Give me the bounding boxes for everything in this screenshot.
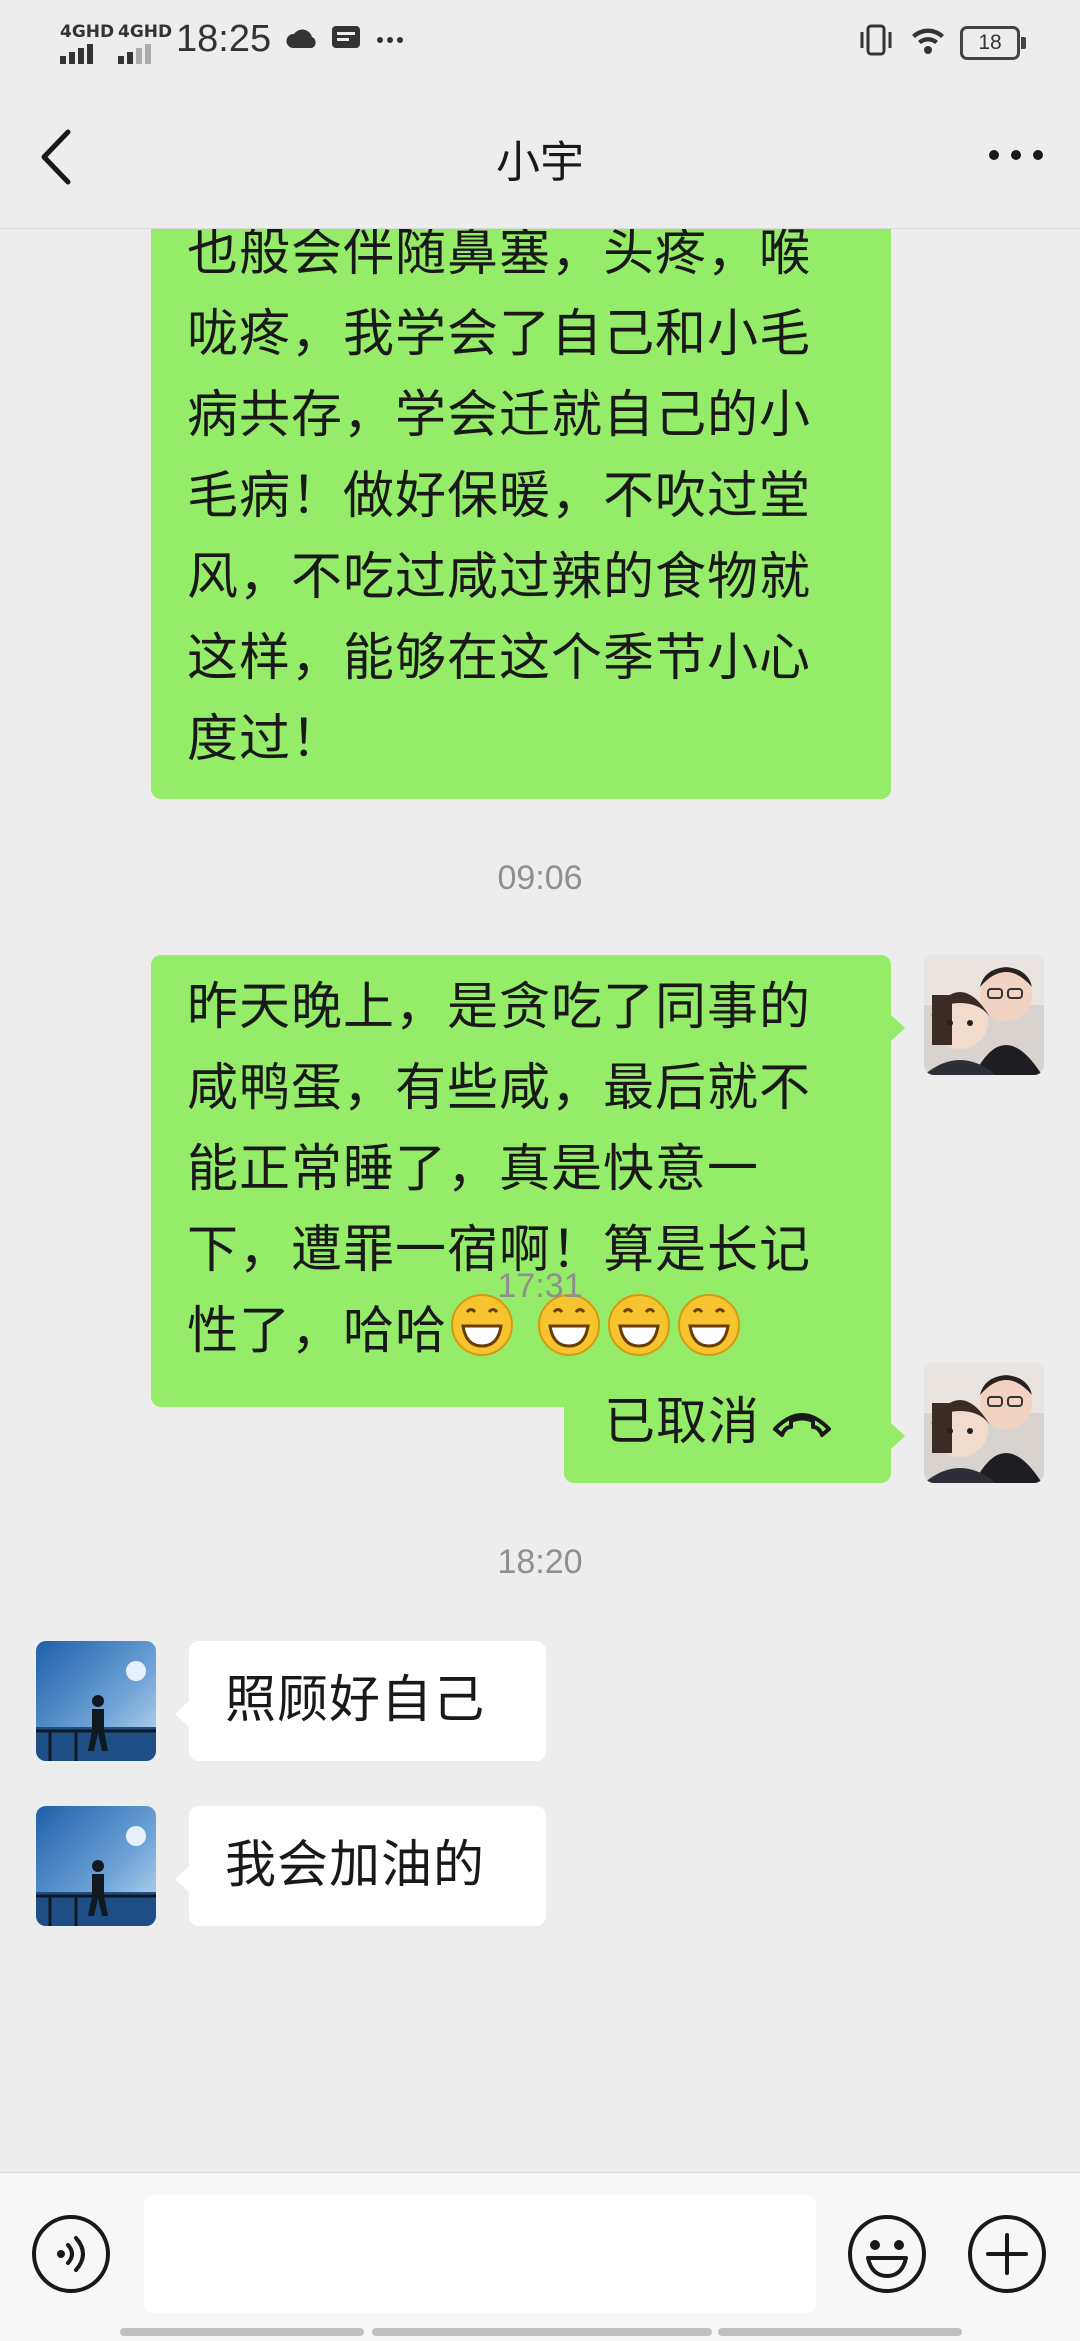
message-text: 已取消 bbox=[604, 1393, 761, 1452]
home-indicator-segment bbox=[718, 2328, 962, 2336]
bubble-tail bbox=[891, 1015, 905, 1041]
message-notification-icon bbox=[332, 26, 360, 48]
call-cancelled-bubble[interactable]: 已取消 bbox=[564, 1363, 891, 1483]
vibrate-icon bbox=[860, 24, 892, 56]
home-indicator-segment bbox=[120, 2328, 364, 2336]
bubble-tail bbox=[891, 1423, 905, 1449]
emoji-picker-icon[interactable] bbox=[846, 2213, 928, 2295]
home-indicator-segment bbox=[372, 2328, 712, 2336]
message-timestamp: 17:31 bbox=[497, 1267, 583, 1305]
signal-indicator-1: 4GHD bbox=[60, 22, 114, 64]
message-input[interactable] bbox=[144, 2195, 816, 2313]
contact-avatar[interactable] bbox=[36, 1641, 156, 1761]
message-bubble-incoming[interactable]: 我会加油的 bbox=[189, 1806, 546, 1926]
status-bar: 4GHD 4GHD 18:25 18 bbox=[0, 0, 1080, 86]
my-avatar[interactable] bbox=[924, 955, 1044, 1075]
battery-indicator: 18 bbox=[960, 26, 1026, 60]
chat-header: 小宇 bbox=[0, 86, 1080, 229]
message-timestamp: 09:06 bbox=[497, 859, 583, 897]
my-avatar[interactable] bbox=[924, 1363, 1044, 1483]
bubble-tail bbox=[175, 1701, 189, 1727]
bubble-tail bbox=[175, 1866, 189, 1892]
more-notifications-icon bbox=[377, 37, 403, 43]
network-type-2: 4GHD bbox=[118, 22, 173, 42]
message-bubble-outgoing[interactable]: 也般会伴随鼻塞，头疼，喉咙疼，我学会了自己和小毛病共存，学会迁就自己的小毛病！做… bbox=[151, 229, 891, 799]
input-bar bbox=[0, 2172, 1080, 2341]
message-timestamp: 18:20 bbox=[497, 1543, 583, 1581]
message-text: 也般会伴随鼻塞，头疼，喉咙疼，我学会了自己和小毛病共存，学会迁就自己的小毛病！做… bbox=[187, 229, 812, 769]
message-list[interactable]: 也般会伴随鼻塞，头疼，喉咙疼，我学会了自己和小毛病共存，学会迁就自己的小毛病！做… bbox=[0, 229, 1080, 2171]
message-bubble-outgoing[interactable]: 昨天晚上，是贪吃了同事的咸鸭蛋，有些咸，最后就不能正常睡了，真是快意一下，遭罪一… bbox=[151, 955, 891, 1407]
contact-avatar[interactable] bbox=[36, 1806, 156, 1926]
wifi-icon bbox=[912, 28, 944, 54]
signal-indicator-2: 4GHD bbox=[118, 22, 172, 64]
message-text: 照顾好自己 bbox=[225, 1671, 486, 1730]
network-type-1: 4GHD bbox=[60, 22, 115, 42]
message-bubble-incoming[interactable]: 照顾好自己 bbox=[189, 1641, 546, 1761]
weather-cloud-icon bbox=[286, 29, 316, 48]
status-time: 18:25 bbox=[176, 18, 272, 60]
message-text: 我会加油的 bbox=[225, 1836, 486, 1895]
chat-title: 小宇 bbox=[496, 137, 584, 188]
plus-more-icon[interactable] bbox=[966, 2213, 1048, 2295]
phone-hangup-icon bbox=[773, 1413, 831, 1437]
more-options-icon[interactable] bbox=[986, 140, 1046, 170]
voice-input-icon[interactable] bbox=[30, 2213, 112, 2295]
